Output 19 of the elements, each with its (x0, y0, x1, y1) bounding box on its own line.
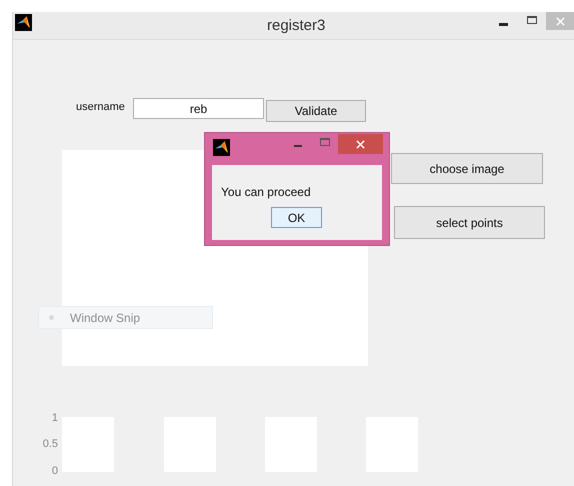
close-button[interactable] (338, 134, 383, 154)
snip-label: Window Snip (70, 310, 140, 326)
close-icon (556, 16, 565, 26)
axis-tick-label: 1 (52, 411, 58, 426)
choose-image-button[interactable]: choose image (391, 153, 543, 184)
app-icon (213, 139, 230, 156)
username-label: username (76, 100, 125, 115)
axis-tick-label: 0.5 (42, 437, 58, 452)
select-points-button[interactable]: select points (394, 206, 545, 239)
ok-button[interactable]: OK (271, 207, 322, 228)
username-field[interactable]: reb (133, 98, 264, 119)
maximize-button[interactable] (526, 14, 538, 26)
window-title: register3 (267, 16, 326, 36)
bullet-icon (49, 315, 54, 320)
validate-button[interactable]: Validate (266, 100, 366, 122)
dialog-message: You can proceed (221, 184, 311, 201)
app-icon (15, 14, 32, 31)
axis-tick-label: 0 (52, 464, 58, 479)
close-icon (356, 140, 365, 148)
